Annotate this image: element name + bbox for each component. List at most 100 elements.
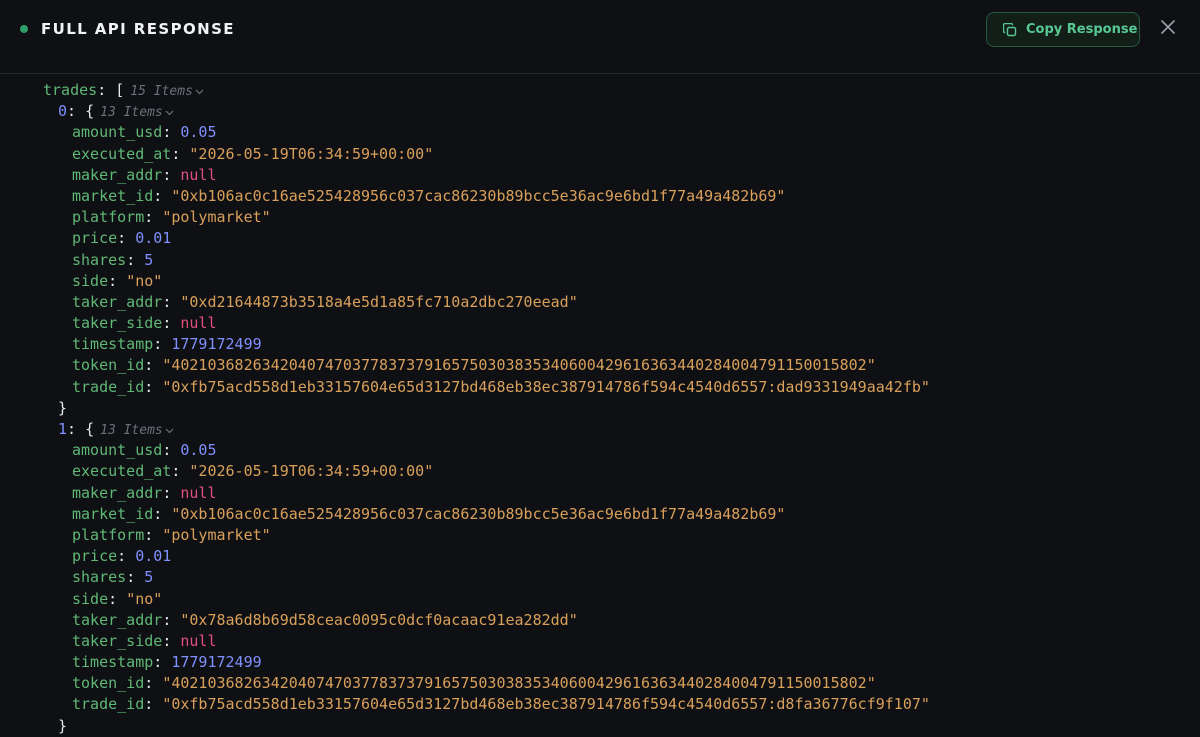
- copy-icon: [1003, 22, 1017, 37]
- json-field-row: token_id: "40210368263420407470377837379…: [0, 673, 1200, 694]
- json-key: market_id: [72, 504, 154, 523]
- json-colon: :: [162, 314, 181, 333]
- json-colon: :: [153, 504, 172, 523]
- json-colon: :: [144, 208, 163, 227]
- json-field-row: trade_id: "0xfb75acd558d1eb33157604e65d3…: [0, 377, 1200, 398]
- json-value: 5: [144, 250, 154, 269]
- json-value: "0xb106ac0c16ae525428956c037cac86230b89b…: [171, 504, 786, 523]
- json-key: executed_at: [72, 144, 172, 163]
- json-field-row: executed_at: "2026-05-19T06:34:59+00:00": [0, 461, 1200, 482]
- json-key: maker_addr: [72, 165, 163, 184]
- json-close-line: }: [0, 398, 1200, 419]
- status-dot: [20, 25, 28, 33]
- json-value: 5: [144, 568, 154, 587]
- json-object-line: 0: {13 Items: [0, 101, 1200, 122]
- json-value: "no": [126, 271, 163, 290]
- json-colon: :: [162, 123, 181, 142]
- json-value: 0.01: [135, 229, 172, 248]
- json-value: "402103682634204074703778373791657503038…: [162, 356, 876, 375]
- json-field-row: timestamp: 1779172499: [0, 652, 1200, 673]
- json-colon: :: [162, 631, 181, 650]
- json-colon: :: [162, 483, 181, 502]
- json-brace: {: [85, 102, 95, 121]
- json-value: 1779172499: [171, 335, 262, 354]
- json-key: executed_at: [72, 462, 172, 481]
- chevron-down-icon[interactable]: [165, 419, 174, 440]
- json-colon: :: [162, 165, 181, 184]
- json-key: token_id: [72, 356, 145, 375]
- json-value: "0x78a6d8b69d58ceac0095c0dcf0acaac91ea28…: [180, 610, 578, 629]
- json-colon: :: [162, 441, 181, 460]
- json-colon: :: [162, 610, 181, 629]
- json-colon: :: [126, 250, 145, 269]
- json-key: amount_usd: [72, 441, 163, 460]
- json-field-row: market_id: "0xb106ac0c16ae525428956c037c…: [0, 504, 1200, 525]
- json-key: market_id: [72, 186, 154, 205]
- close-button[interactable]: [1156, 17, 1180, 41]
- json-field-row: token_id: "40210368263420407470377837379…: [0, 355, 1200, 376]
- json-field-row: market_id: "0xb106ac0c16ae525428956c037c…: [0, 186, 1200, 207]
- json-key: maker_addr: [72, 483, 163, 502]
- copy-response-label: Copy Response: [1026, 22, 1138, 37]
- json-key: taker_side: [72, 314, 163, 333]
- json-key: price: [72, 547, 118, 566]
- json-key: platform: [72, 208, 145, 227]
- json-key: price: [72, 229, 118, 248]
- json-colon: :: [153, 335, 172, 354]
- json-field-row: shares: 5: [0, 250, 1200, 271]
- close-icon: [1161, 19, 1175, 39]
- item-count-toggle[interactable]: 15 Items: [130, 84, 193, 99]
- json-field-row: amount_usd: 0.05: [0, 440, 1200, 461]
- json-key: taker_addr: [72, 610, 163, 629]
- json-colon: :: [171, 144, 190, 163]
- json-value: "0xb106ac0c16ae525428956c037cac86230b89b…: [171, 186, 786, 205]
- json-colon: :: [153, 653, 172, 672]
- json-index-key: 0: [58, 102, 68, 121]
- json-field-row: executed_at: "2026-05-19T06:34:59+00:00": [0, 144, 1200, 165]
- json-key: trade_id: [72, 377, 145, 396]
- json-field-row: maker_addr: null: [0, 483, 1200, 504]
- json-field-row: taker_addr: "0x78a6d8b69d58ceac0095c0dcf…: [0, 610, 1200, 631]
- json-value: "0xfb75acd558d1eb33157604e65d3127bd468eb…: [162, 695, 930, 714]
- json-object-line: 1: {13 Items: [0, 419, 1200, 440]
- json-root-line: trades: [15 Items: [0, 80, 1200, 101]
- json-value: null: [180, 483, 217, 502]
- json-value: "2026-05-19T06:34:59+00:00": [189, 144, 434, 163]
- json-field-row: price: 0.01: [0, 228, 1200, 249]
- json-key: shares: [72, 568, 127, 587]
- chevron-down-icon[interactable]: [195, 80, 204, 101]
- json-value: "polymarket": [162, 208, 271, 227]
- json-field-row: amount_usd: 0.05: [0, 122, 1200, 143]
- json-value: "0xfb75acd558d1eb33157604e65d3127bd468eb…: [162, 377, 930, 396]
- json-colon: :: [67, 102, 86, 121]
- chevron-down-icon[interactable]: [165, 101, 174, 122]
- copy-response-button[interactable]: Copy Response: [986, 12, 1140, 47]
- json-key: timestamp: [72, 653, 154, 672]
- json-colon: :: [144, 356, 163, 375]
- json-field-row: trade_id: "0xfb75acd558d1eb33157604e65d3…: [0, 694, 1200, 715]
- json-colon: :: [117, 229, 136, 248]
- json-key: shares: [72, 250, 127, 269]
- json-colon: :: [67, 420, 86, 439]
- json-colon: :: [162, 292, 181, 311]
- json-colon: :: [144, 695, 163, 714]
- json-key: timestamp: [72, 335, 154, 354]
- json-key: platform: [72, 525, 145, 544]
- json-brace: {: [85, 420, 95, 439]
- item-count-toggle[interactable]: 13 Items: [100, 105, 163, 120]
- json-colon: :: [126, 568, 145, 587]
- json-colon: :: [144, 377, 163, 396]
- json-field-row: taker_side: null: [0, 313, 1200, 334]
- json-value: "no": [126, 589, 163, 608]
- json-value: null: [180, 631, 217, 650]
- json-field-row: price: 0.01: [0, 546, 1200, 567]
- json-key: amount_usd: [72, 123, 163, 142]
- json-index-key: 1: [58, 420, 68, 439]
- json-field-row: maker_addr: null: [0, 165, 1200, 186]
- json-viewer: trades: [15 Items 0: {13 Items amount_usd:…: [0, 80, 1200, 737]
- json-brace: }: [58, 716, 68, 735]
- json-bracket: [: [115, 81, 125, 100]
- json-field-row: shares: 5: [0, 567, 1200, 588]
- item-count-toggle[interactable]: 13 Items: [100, 423, 163, 438]
- json-field-row: timestamp: 1779172499: [0, 334, 1200, 355]
